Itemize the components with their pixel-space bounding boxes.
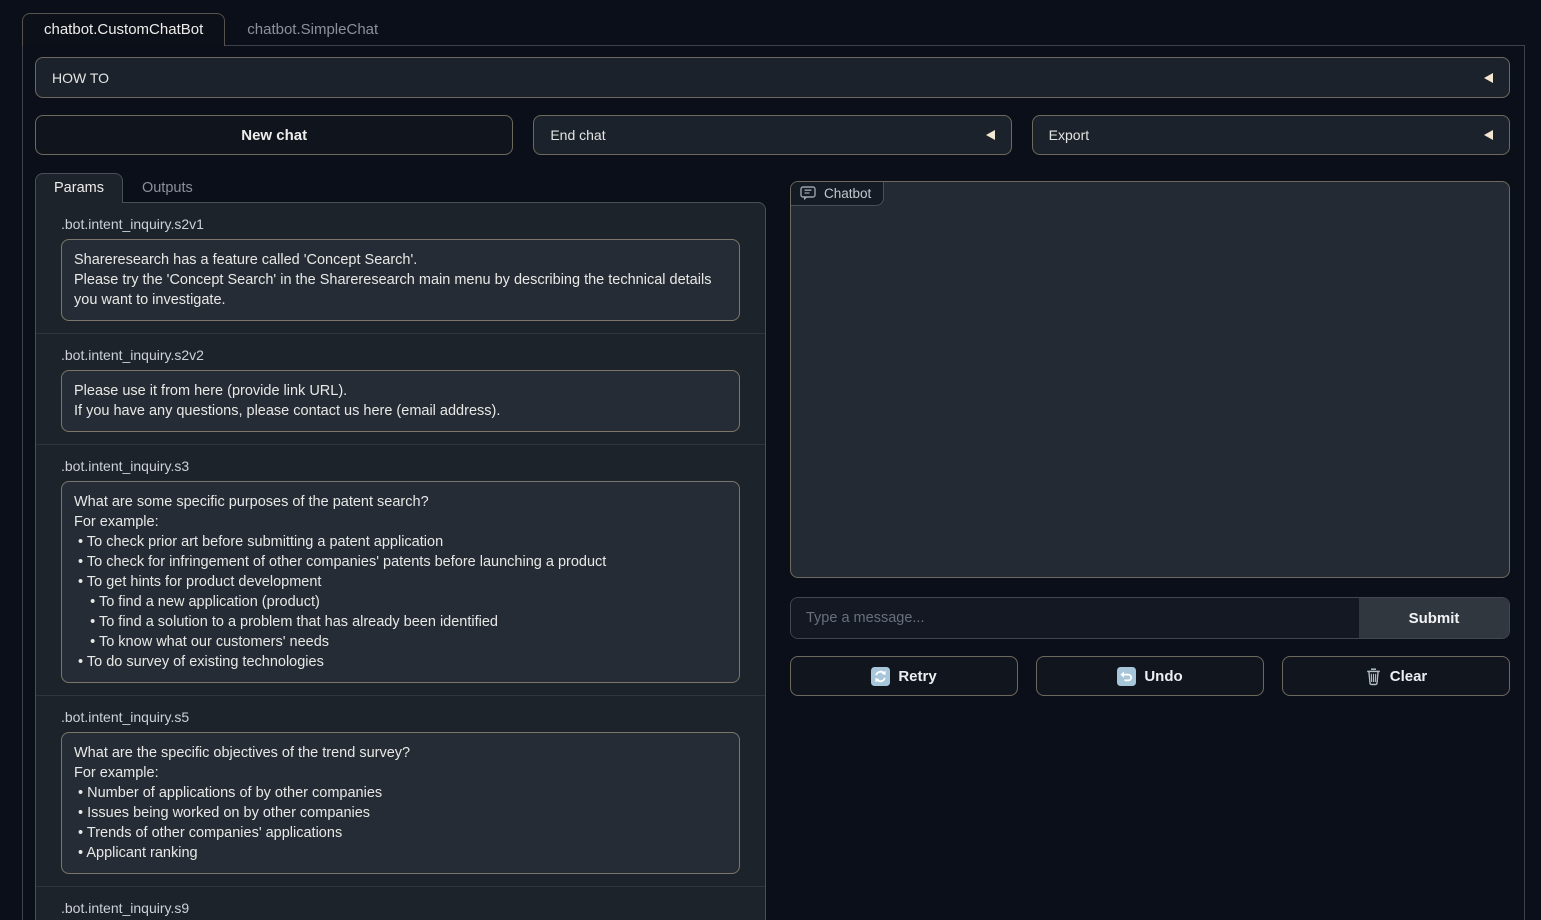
undo-icon	[1117, 667, 1136, 686]
action-row: New chat End chat Export	[35, 115, 1510, 155]
clear-label: Clear	[1390, 668, 1428, 685]
end-chat-accordion[interactable]: End chat	[533, 115, 1011, 155]
param-label: .bot.intent_inquiry.s9	[61, 900, 740, 916]
clear-icon	[1365, 667, 1382, 686]
chatbot-panel: Chatbot	[790, 181, 1510, 578]
retry-icon	[871, 667, 890, 686]
param-field: .bot.intent_inquiry.s3 What are some spe…	[36, 444, 765, 695]
tab-content: HOW TO New chat End chat Export Params O…	[22, 45, 1525, 920]
message-input-row: Submit	[790, 597, 1510, 639]
param-field: .bot.intent_inquiry.s2v2 Please use it f…	[36, 333, 765, 444]
undo-button[interactable]: Undo	[1036, 656, 1264, 696]
tab-custom-chatbot[interactable]: chatbot.CustomChatBot	[22, 13, 225, 46]
collapse-arrow-icon	[1484, 73, 1493, 83]
collapse-arrow-icon	[1484, 130, 1493, 140]
chatbot-label-badge: Chatbot	[791, 182, 884, 206]
howto-label: HOW TO	[52, 70, 109, 86]
clear-button[interactable]: Clear	[1282, 656, 1510, 696]
tab-outputs[interactable]: Outputs	[123, 173, 212, 203]
tab-simple-chat[interactable]: chatbot.SimpleChat	[225, 13, 400, 46]
chatbot-label-text: Chatbot	[824, 186, 871, 201]
param-textbox[interactable]: What are some specific purposes of the p…	[61, 481, 740, 683]
export-accordion[interactable]: Export	[1032, 115, 1510, 155]
howto-accordion[interactable]: HOW TO	[35, 57, 1510, 98]
param-field: .bot.intent_inquiry.s5 What are the spec…	[36, 695, 765, 886]
end-chat-label: End chat	[550, 127, 605, 143]
retry-label: Retry	[898, 668, 936, 685]
param-label: .bot.intent_inquiry.s5	[61, 709, 740, 725]
export-label: Export	[1049, 127, 1089, 143]
tab-params[interactable]: Params	[35, 173, 123, 203]
params-column: Params Outputs .bot.intent_inquiry.s2v1 …	[35, 173, 766, 920]
param-textbox[interactable]: Shareresearch has a feature called 'Conc…	[61, 239, 740, 321]
submit-button[interactable]: Submit	[1359, 598, 1509, 638]
param-label: .bot.intent_inquiry.s2v1	[61, 216, 740, 232]
collapse-arrow-icon	[986, 130, 995, 140]
chat-button-row: Retry Undo	[790, 656, 1510, 696]
param-textbox[interactable]: Please use it from here (provide link UR…	[61, 370, 740, 432]
params-tabbar: Params Outputs	[35, 173, 766, 202]
message-input[interactable]	[791, 598, 1359, 638]
retry-button[interactable]: Retry	[790, 656, 1018, 696]
app-window: chatbot.CustomChatBot chatbot.SimpleChat…	[0, 0, 1541, 920]
params-group: .bot.intent_inquiry.s2v1 Shareresearch h…	[35, 202, 766, 920]
param-label: .bot.intent_inquiry.s3	[61, 458, 740, 474]
param-field: .bot.intent_inquiry.s2v1 Shareresearch h…	[36, 203, 765, 333]
top-tabbar: chatbot.CustomChatBot chatbot.SimpleChat	[0, 0, 1541, 45]
chat-bubble-icon	[800, 186, 817, 201]
undo-label: Undo	[1144, 668, 1182, 685]
new-chat-button[interactable]: New chat	[35, 115, 513, 155]
main-area: Params Outputs .bot.intent_inquiry.s2v1 …	[35, 173, 1510, 920]
param-field: .bot.intent_inquiry.s9	[36, 886, 765, 920]
param-textbox[interactable]: What are the specific objectives of the …	[61, 732, 740, 874]
param-label: .bot.intent_inquiry.s2v2	[61, 347, 740, 363]
chat-column: Chatbot Submit	[790, 173, 1510, 920]
